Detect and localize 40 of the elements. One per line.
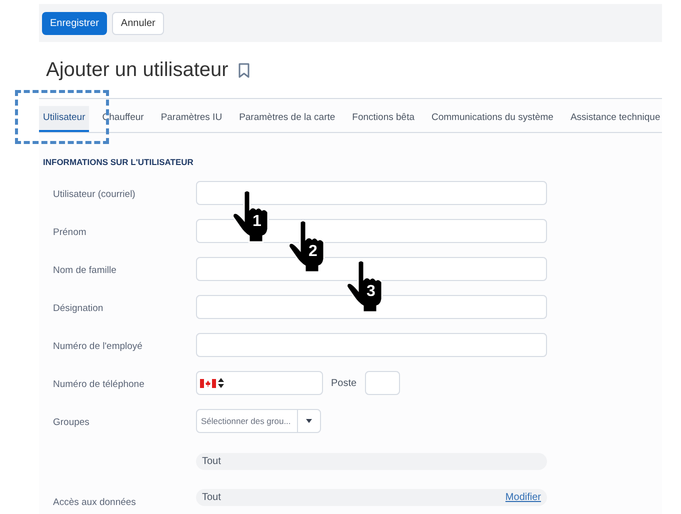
field-label: Nom de famille xyxy=(53,265,116,276)
page-title: Ajouter un utilisateur xyxy=(46,58,228,83)
pointing-hand-icon xyxy=(288,219,326,273)
value-pill: Tout Modifier xyxy=(196,489,547,506)
field-label: Accès aux données xyxy=(53,497,136,508)
step-number: 2 xyxy=(308,244,318,260)
text-field[interactable] xyxy=(196,257,547,281)
tab[interactable]: Communications du système xyxy=(428,106,558,132)
spinner-arrows-icon xyxy=(218,378,224,388)
tab[interactable]: Chauffeur xyxy=(98,106,148,132)
field-label: Prénom xyxy=(53,227,86,238)
tab[interactable]: Utilisateur xyxy=(39,106,90,132)
cancel-button[interactable]: Annuler xyxy=(112,12,164,34)
field-label: Groupes xyxy=(53,417,90,428)
extension-label: Poste xyxy=(331,376,357,390)
pointing-hand-icon xyxy=(346,259,384,313)
tab[interactable]: Fonctions bêta xyxy=(348,106,418,132)
field-label: Désignation xyxy=(53,303,104,314)
tab[interactable]: Assistance technique xyxy=(566,106,664,132)
dropdown-caret-icon xyxy=(306,419,312,423)
field-label: Numéro de téléphone xyxy=(53,379,144,390)
text-field[interactable] xyxy=(196,333,547,357)
text-field[interactable] xyxy=(196,181,547,205)
modify-link[interactable]: Modifier xyxy=(505,490,541,505)
tab[interactable]: Paramètres de la carte xyxy=(235,106,340,132)
step-number: 3 xyxy=(366,284,376,300)
save-button[interactable]: Enregistrer xyxy=(42,12,107,34)
tab[interactable]: Paramètres IU xyxy=(156,106,226,132)
text-field[interactable] xyxy=(196,295,547,319)
flag-icon xyxy=(200,378,216,388)
step-number: 1 xyxy=(252,214,262,230)
pointing-hand-icon xyxy=(232,189,270,243)
field-label: Numéro de l'employé xyxy=(53,341,142,352)
field-label: Utilisateur (courriel) xyxy=(53,189,136,200)
phone-field[interactable] xyxy=(196,371,323,395)
section-heading: INFORMATIONS SUR L'UTILISATEUR xyxy=(43,157,194,167)
groups-select[interactable]: Sélectionner des grou... xyxy=(196,409,321,433)
bookmark-icon[interactable] xyxy=(238,62,250,78)
value-pill: Tout xyxy=(196,453,547,470)
extension-field[interactable] xyxy=(364,371,400,395)
